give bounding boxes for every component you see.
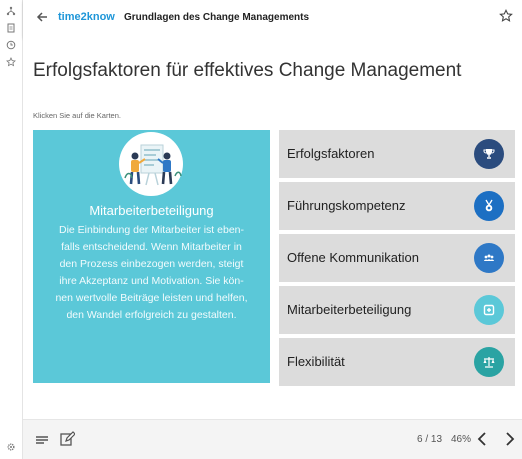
feature-title: Mitarbeiterbeteiligung	[89, 203, 214, 218]
bottom-toolbar: 6 / 13 46%	[23, 419, 522, 459]
feature-line: ihre Akzeptanz und Motivation. Sie kön-	[59, 275, 244, 287]
medal-icon	[474, 191, 504, 221]
instruction-text: Klicken Sie auf die Karten.	[33, 111, 121, 120]
star-outline-icon[interactable]	[5, 56, 17, 68]
card-erfolgsfaktoren[interactable]: Erfolgsfaktoren	[279, 130, 515, 178]
feature-line: Die Einbindung der Mitarbeiter ist eben-	[58, 224, 245, 236]
zoom-level: 46%	[451, 434, 472, 445]
top-bar: time2know Grundlagen des Change Manageme…	[23, 0, 522, 38]
card-label: Flexibilität	[287, 354, 345, 369]
bookmark-star-icon[interactable]	[499, 9, 515, 25]
document-icon[interactable]	[5, 22, 17, 34]
menu-icon[interactable]	[35, 433, 49, 447]
next-page-button[interactable]	[499, 429, 519, 449]
main-panel: time2know Grundlagen des Change Manageme…	[22, 0, 522, 459]
course-title: Grundlagen des Change Managements	[124, 12, 310, 23]
feature-card[interactable]: Mitarbeiterbeteiligung Die Einbindung de…	[33, 130, 270, 383]
clock-icon[interactable]	[5, 39, 17, 51]
feature-line: den Wandel erfolgreich zu gestalten.	[66, 309, 237, 321]
hierarchy-icon[interactable]	[5, 5, 17, 17]
content-area: Erfolgsfaktoren für effektives Change Ma…	[23, 38, 522, 419]
left-rail	[0, 0, 22, 459]
brand-logo[interactable]: time2know	[58, 11, 115, 23]
edit-icon[interactable]	[59, 431, 76, 447]
feature-line: nen wertvolle Beiträge leisten und helfe…	[55, 292, 248, 304]
card-offene-kommunikation[interactable]: Offene Kommunikation	[279, 234, 515, 282]
feature-description: Die Einbindung der Mitarbeiter ist eben-…	[43, 222, 260, 324]
card-label: Führungskompetenz	[287, 198, 406, 213]
card-fuehrungskompetenz[interactable]: Führungskompetenz	[279, 182, 515, 230]
people-icon	[474, 243, 504, 273]
add-box-icon	[474, 295, 504, 325]
previous-page-button[interactable]	[473, 429, 493, 449]
card-mitarbeiterbeteiligung[interactable]: Mitarbeiterbeteiligung	[279, 286, 515, 334]
feature-line: den Prozess einbezogen werden, steigt	[59, 258, 244, 270]
back-arrow-icon[interactable]	[35, 10, 51, 26]
trophy-icon	[474, 139, 504, 169]
balance-icon	[474, 347, 504, 377]
page-counter: 6 / 13	[417, 434, 443, 445]
feature-line: falls entscheidend. Wenn Mitarbeiter in	[61, 241, 242, 253]
page-title: Erfolgsfaktoren für effektives Change Ma…	[33, 60, 462, 81]
settings-icon[interactable]	[5, 441, 17, 453]
card-flexibilitaet[interactable]: Flexibilität	[279, 338, 515, 386]
teamwork-illustration	[119, 132, 183, 196]
card-label: Erfolgsfaktoren	[287, 146, 375, 161]
card-label: Offene Kommunikation	[287, 250, 419, 265]
card-label: Mitarbeiterbeteiligung	[287, 302, 412, 317]
